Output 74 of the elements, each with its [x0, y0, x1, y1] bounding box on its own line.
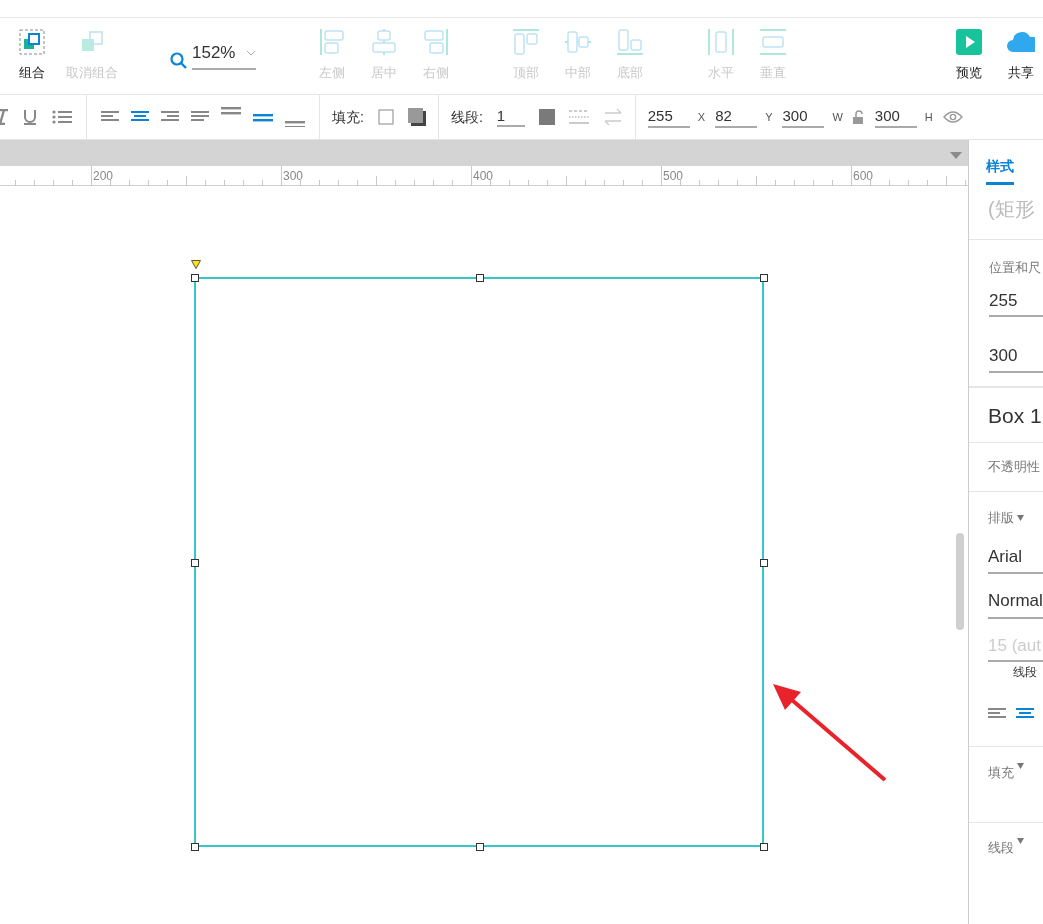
resize-handle[interactable] [760, 559, 768, 567]
ruler-label: 300 [283, 168, 304, 185]
resize-handle[interactable] [191, 559, 199, 567]
font-family-field[interactable]: Arial [988, 543, 1043, 574]
ruler-label: 400 [473, 168, 494, 185]
resize-handle[interactable] [760, 843, 768, 851]
toolbar-button[interactable]: 组合 [12, 28, 52, 88]
align-top-icon [512, 28, 540, 56]
axis-label: H [924, 109, 933, 125]
axis-label: Y [765, 109, 773, 125]
style-name-field[interactable]: Box 1 [969, 388, 1043, 443]
stroke-width-field[interactable]: 1 [496, 107, 525, 127]
zoom-field[interactable]: 152% [192, 40, 256, 70]
caret-down-icon [1017, 763, 1024, 769]
caret-down-icon [1017, 514, 1024, 521]
dropdown-icon[interactable] [950, 152, 962, 159]
underline-icon[interactable] [23, 109, 37, 125]
resize-handle[interactable] [476, 843, 484, 851]
caret-down-icon [1017, 838, 1024, 844]
triangle-marker-icon [191, 260, 201, 269]
align-center-icon [370, 28, 398, 56]
chevron-down-icon [246, 49, 256, 56]
scrollbar-thumb[interactable] [956, 533, 964, 630]
unlock-icon [852, 110, 865, 124]
text-align-center-icon[interactable] [1016, 707, 1034, 721]
resize-handle[interactable] [476, 274, 484, 282]
number-field[interactable]: 300 [782, 106, 825, 128]
section-label: 不透明性 [988, 458, 1040, 477]
number-field[interactable]: 300 [989, 343, 1043, 373]
text-align-justify-icon[interactable] [191, 110, 209, 124]
number-field[interactable]: 255 [989, 287, 1043, 317]
align-middle-icon [564, 28, 592, 56]
stroke-color-icon [538, 109, 555, 125]
fill-label: 填充: [332, 107, 364, 127]
number-field[interactable]: 255 [647, 106, 690, 128]
axis-label: X [697, 109, 706, 125]
text-align-right-icon[interactable] [161, 110, 179, 124]
section-label: 位置和尺 [989, 259, 1042, 277]
text-align-center-icon[interactable] [131, 110, 149, 124]
text-align-left-icon[interactable] [101, 110, 119, 124]
search-icon [170, 51, 188, 70]
distribute-vertical-icon [759, 28, 787, 56]
ruler-label: 500 [663, 168, 684, 185]
resize-handle[interactable] [191, 843, 199, 851]
line-style-icon [568, 109, 589, 125]
align-bottom-icon [616, 28, 644, 56]
ruler-label: 600 [853, 168, 874, 185]
resize-handle[interactable] [191, 274, 199, 282]
ruler-label: 200 [93, 168, 114, 185]
section-label: 填充 [988, 764, 1014, 782]
style-tab[interactable]: 样式 [986, 156, 1014, 185]
list-icon[interactable] [52, 109, 72, 125]
resize-handle[interactable] [760, 274, 768, 282]
eye-icon [942, 110, 963, 124]
font-weight-field[interactable]: Normal [988, 588, 1043, 619]
group-icon [18, 28, 46, 56]
toolbar-button[interactable]: 共享 [999, 28, 1043, 88]
field-caption: 线段 [1013, 664, 1038, 681]
fill-swatch-icon [377, 109, 394, 125]
align-right-icon [422, 28, 450, 56]
number-field[interactable]: 82 [715, 106, 758, 128]
play-icon [955, 28, 983, 56]
arrow-icon [773, 684, 887, 782]
section-label: 线段 [988, 839, 1014, 857]
align-left-icon [318, 28, 346, 56]
stroke-label: 线段: [450, 107, 483, 127]
axis-label: W [832, 109, 843, 125]
shadow-icon [407, 108, 426, 126]
number-field[interactable]: 300 [874, 106, 917, 128]
distribute-horizontal-icon [707, 28, 735, 56]
toolbar-button[interactable]: 预览 [947, 28, 991, 88]
swap-arrows-icon [602, 108, 623, 126]
section-label: 排版 [988, 509, 1014, 527]
text-align-left-icon[interactable] [988, 707, 1006, 721]
